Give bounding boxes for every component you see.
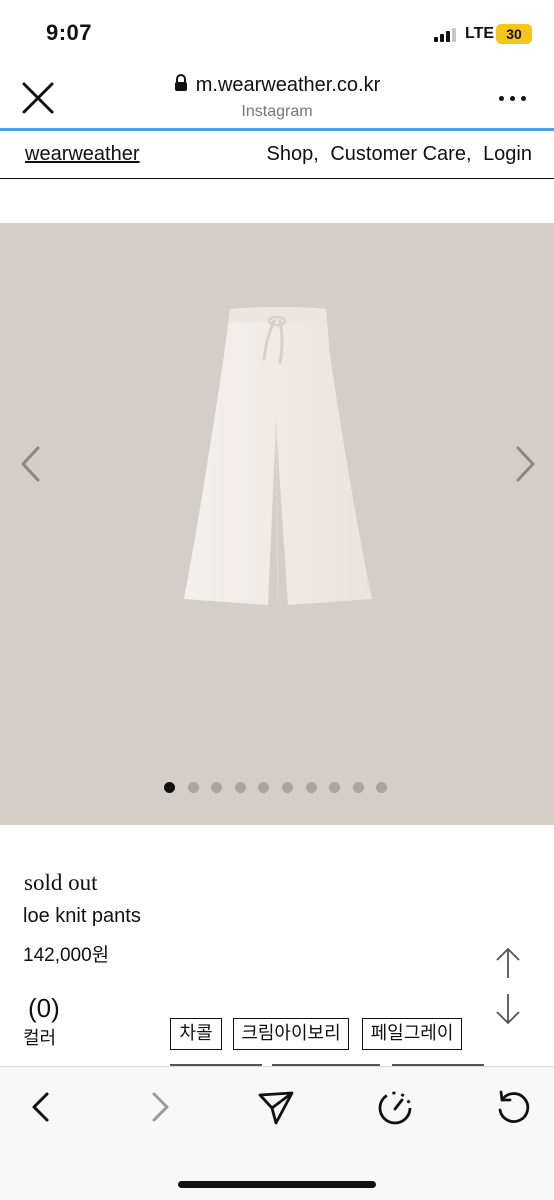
browser-toolbar [0,1066,554,1200]
pagination-dot[interactable] [187,782,199,793]
product-name: loe knit pants [23,905,141,927]
gallery-next-button[interactable] [512,445,538,483]
gallery-prev-button[interactable] [18,445,44,483]
pagination-dot[interactable] [329,782,341,793]
speed-button[interactable] [375,1087,415,1127]
color-label: 컬러 [23,1028,57,1048]
more-button[interactable] [496,86,530,110]
battery-level: 30 [506,26,522,42]
back-icon [32,1092,49,1122]
close-icon [22,82,54,114]
scroll-down-button[interactable] [494,992,522,1026]
reload-button[interactable] [493,1087,533,1127]
pagination-dot[interactable] [305,782,317,793]
browser-header: m.wearweather.co.kr Instagram [0,66,554,130]
chevron-left-icon [21,446,40,482]
pagination-dot[interactable] [234,782,246,793]
site-nav: wearweather Shop, Customer Care, Login [0,131,554,179]
product-gallery[interactable] [0,223,554,825]
source-label: Instagram [241,103,313,120]
share-icon [258,1091,294,1125]
home-indicator [178,1181,376,1188]
pagination-dot[interactable] [376,782,388,793]
url-text: m.wearweather.co.kr [195,74,381,96]
more-icon [499,96,504,101]
nav-link-shop[interactable]: Shop, [267,143,319,165]
signal-icon [434,28,458,42]
color-option-charcoal[interactable]: 차콜 [170,1018,222,1050]
reload-icon [498,1090,530,1123]
status-time: 9:07 [46,20,93,45]
pagination-dot[interactable] [258,782,270,793]
sold-out-label: sold out [24,870,98,895]
battery-icon: 30 [496,24,532,44]
product-price: 142,000원 [23,945,110,966]
address-bar[interactable]: m.wearweather.co.kr Instagram [120,74,434,121]
arrow-down-icon [496,994,520,1025]
forward-button[interactable] [140,1087,180,1127]
pagination-dot[interactable] [282,782,293,793]
pagination-dot[interactable] [164,782,175,793]
pagination-dot[interactable] [352,782,364,793]
speed-icon [378,1091,412,1125]
forward-icon [152,1092,169,1122]
network-label: LTE [465,25,495,42]
nav-links: Shop, Customer Care, Login [261,143,532,166]
share-button[interactable] [256,1087,296,1127]
lock-icon [174,74,187,91]
back-button[interactable] [22,1087,62,1127]
scroll-up-button[interactable] [494,946,522,980]
chevron-right-icon [516,446,535,482]
nav-link-customer-care[interactable]: Customer Care, [330,143,471,165]
product-image [184,307,372,605]
color-option-cream-ivory[interactable]: 크림아이보리 [233,1018,349,1050]
brand-link[interactable]: wearweather [25,143,140,166]
gallery-pagination [164,782,394,794]
close-button[interactable] [20,80,62,116]
arrow-up-icon [496,947,520,978]
review-count: (0) [28,993,60,1023]
nav-link-login[interactable]: Login [483,143,532,165]
pagination-dot[interactable] [211,782,223,793]
color-option-pale-gray[interactable]: 페일그레이 [362,1018,462,1050]
status-bar: 9:07 LTE 30 [0,0,554,66]
